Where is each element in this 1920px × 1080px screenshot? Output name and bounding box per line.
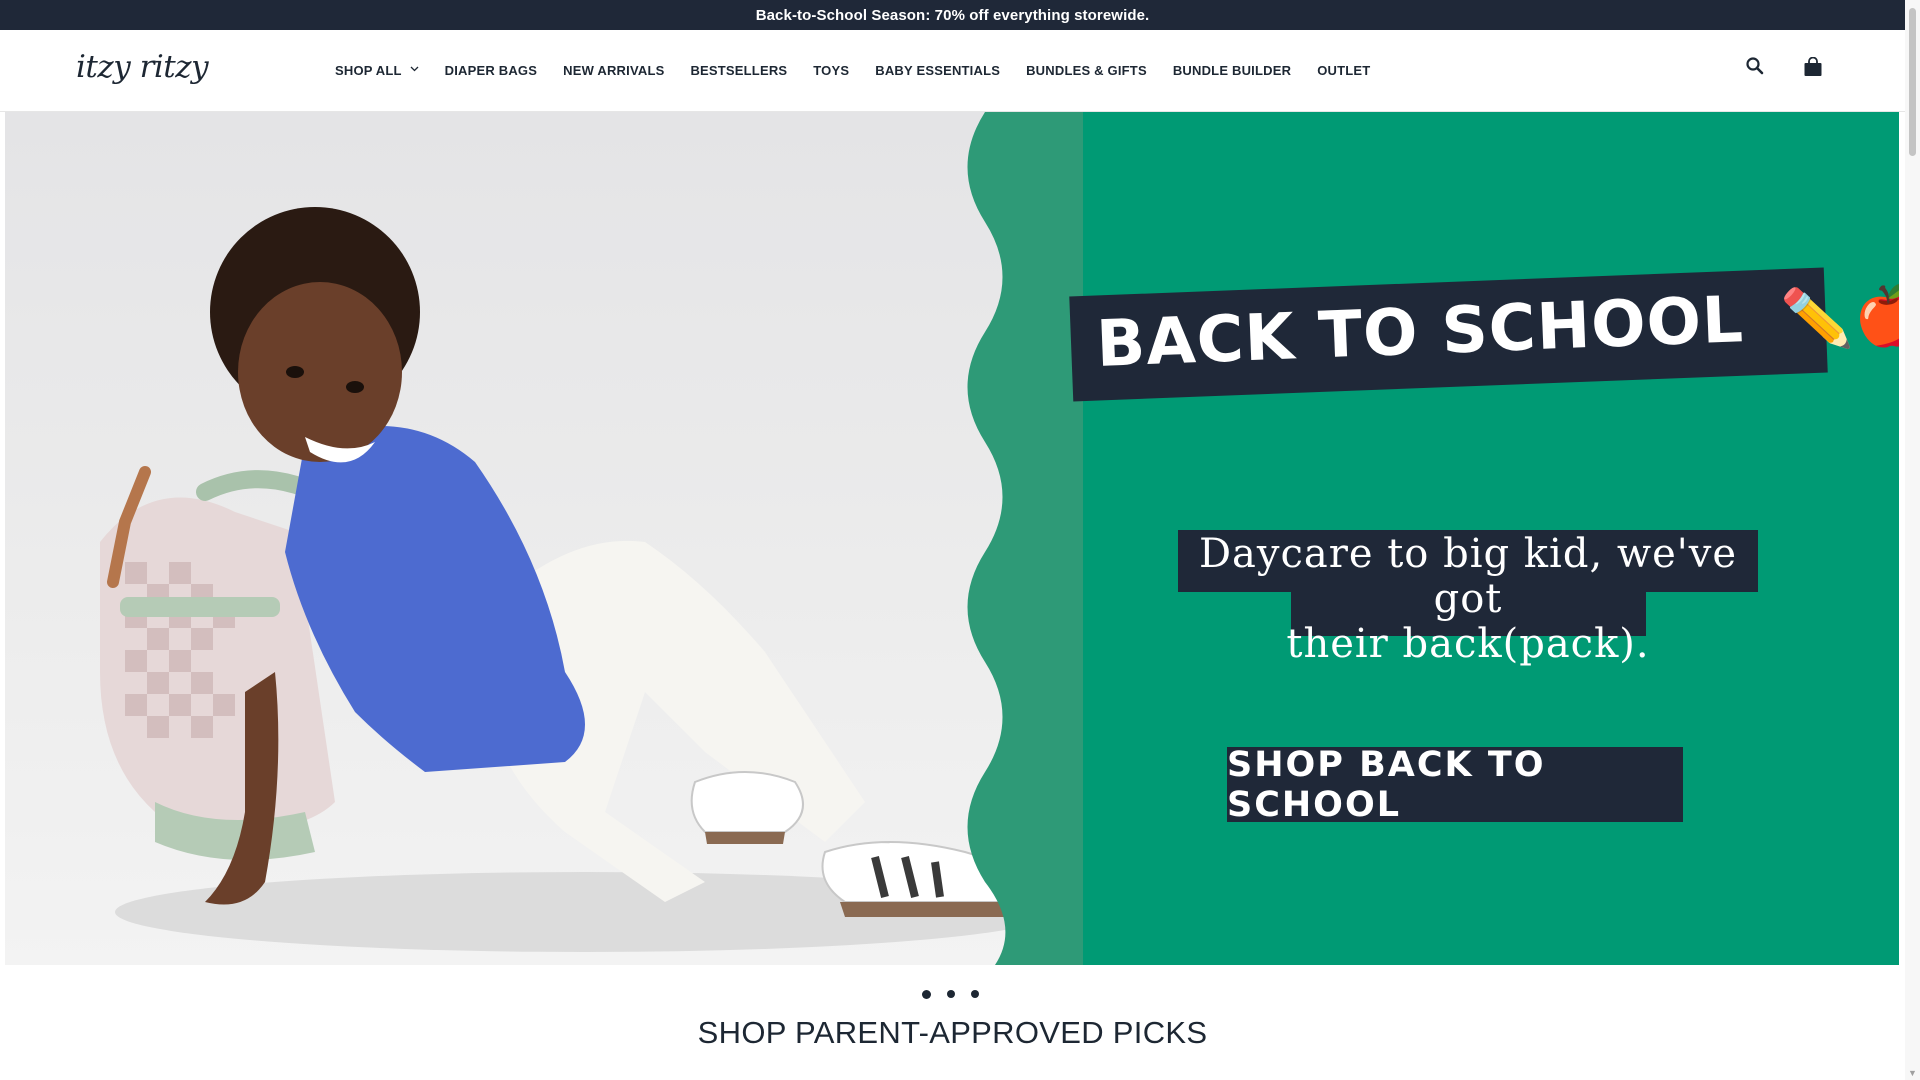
- hero-banner[interactable]: BACK TO SCHOOL ✏️🍎 Daycare to big kid, w…: [5, 112, 1899, 965]
- site-header: itzy ritzy SHOP ALL DIAPER BAGS NEW ARRI…: [0, 30, 1905, 112]
- scrollbar-thumb[interactable]: [1909, 8, 1916, 156]
- nav-shop-all-label: SHOP ALL: [335, 63, 402, 78]
- nav-outlet[interactable]: OUTLET: [1317, 63, 1370, 78]
- hero-photo: [5, 112, 1085, 965]
- pencil-apple-emoji: ✏️🍎: [1779, 280, 1899, 354]
- scroll-down-arrow-icon[interactable]: ▼: [1908, 1068, 1917, 1078]
- carousel-dot-2[interactable]: [947, 990, 955, 998]
- nav-diaper-bags[interactable]: DIAPER BAGS: [445, 63, 538, 78]
- page-scrollbar[interactable]: ▼: [1905, 0, 1920, 1080]
- hero-subtitle: Daycare to big kid, we've got their back…: [1178, 532, 1758, 667]
- nav-bundle-builder[interactable]: BUNDLE BUILDER: [1173, 63, 1291, 78]
- shop-back-to-school-button[interactable]: SHOP BACK TO SCHOOL: [1227, 745, 1683, 825]
- hero-subtitle-line2: their back(pack).: [1286, 621, 1650, 667]
- child-with-backpack-image: [100, 207, 1055, 952]
- section-title: SHOP PARENT-APPROVED PICKS: [697, 1015, 1208, 1050]
- carousel-dots: [922, 990, 979, 999]
- nav-shop-all[interactable]: SHOP ALL: [335, 63, 419, 78]
- announcement-bar: Back-to-School Season: 70% off everythin…: [0, 0, 1905, 30]
- carousel-dot-1[interactable]: [922, 990, 931, 999]
- carousel-dot-3[interactable]: [971, 990, 979, 998]
- announcement-text: Back-to-School Season: 70% off everythin…: [755, 6, 1150, 24]
- nav-bestsellers[interactable]: BESTSELLERS: [690, 63, 787, 78]
- nav-new-arrivals[interactable]: NEW ARRIVALS: [563, 63, 664, 78]
- main-nav: SHOP ALL DIAPER BAGS NEW ARRIVALS BESTSE…: [335, 30, 1396, 111]
- nav-toys[interactable]: TOYS: [813, 63, 849, 78]
- wave-divider: [935, 112, 1095, 965]
- site-logo[interactable]: itzy ritzy: [76, 49, 209, 85]
- nav-baby-essentials[interactable]: BABY ESSENTIALS: [875, 63, 1000, 78]
- nav-bundles-gifts[interactable]: BUNDLES & GIFTS: [1026, 63, 1147, 78]
- shopping-bag-icon[interactable]: [1803, 56, 1823, 82]
- search-icon[interactable]: [1745, 56, 1765, 81]
- chevron-down-icon: [410, 64, 419, 75]
- hero-subtitle-line1: Daycare to big kid, we've got: [1198, 531, 1738, 622]
